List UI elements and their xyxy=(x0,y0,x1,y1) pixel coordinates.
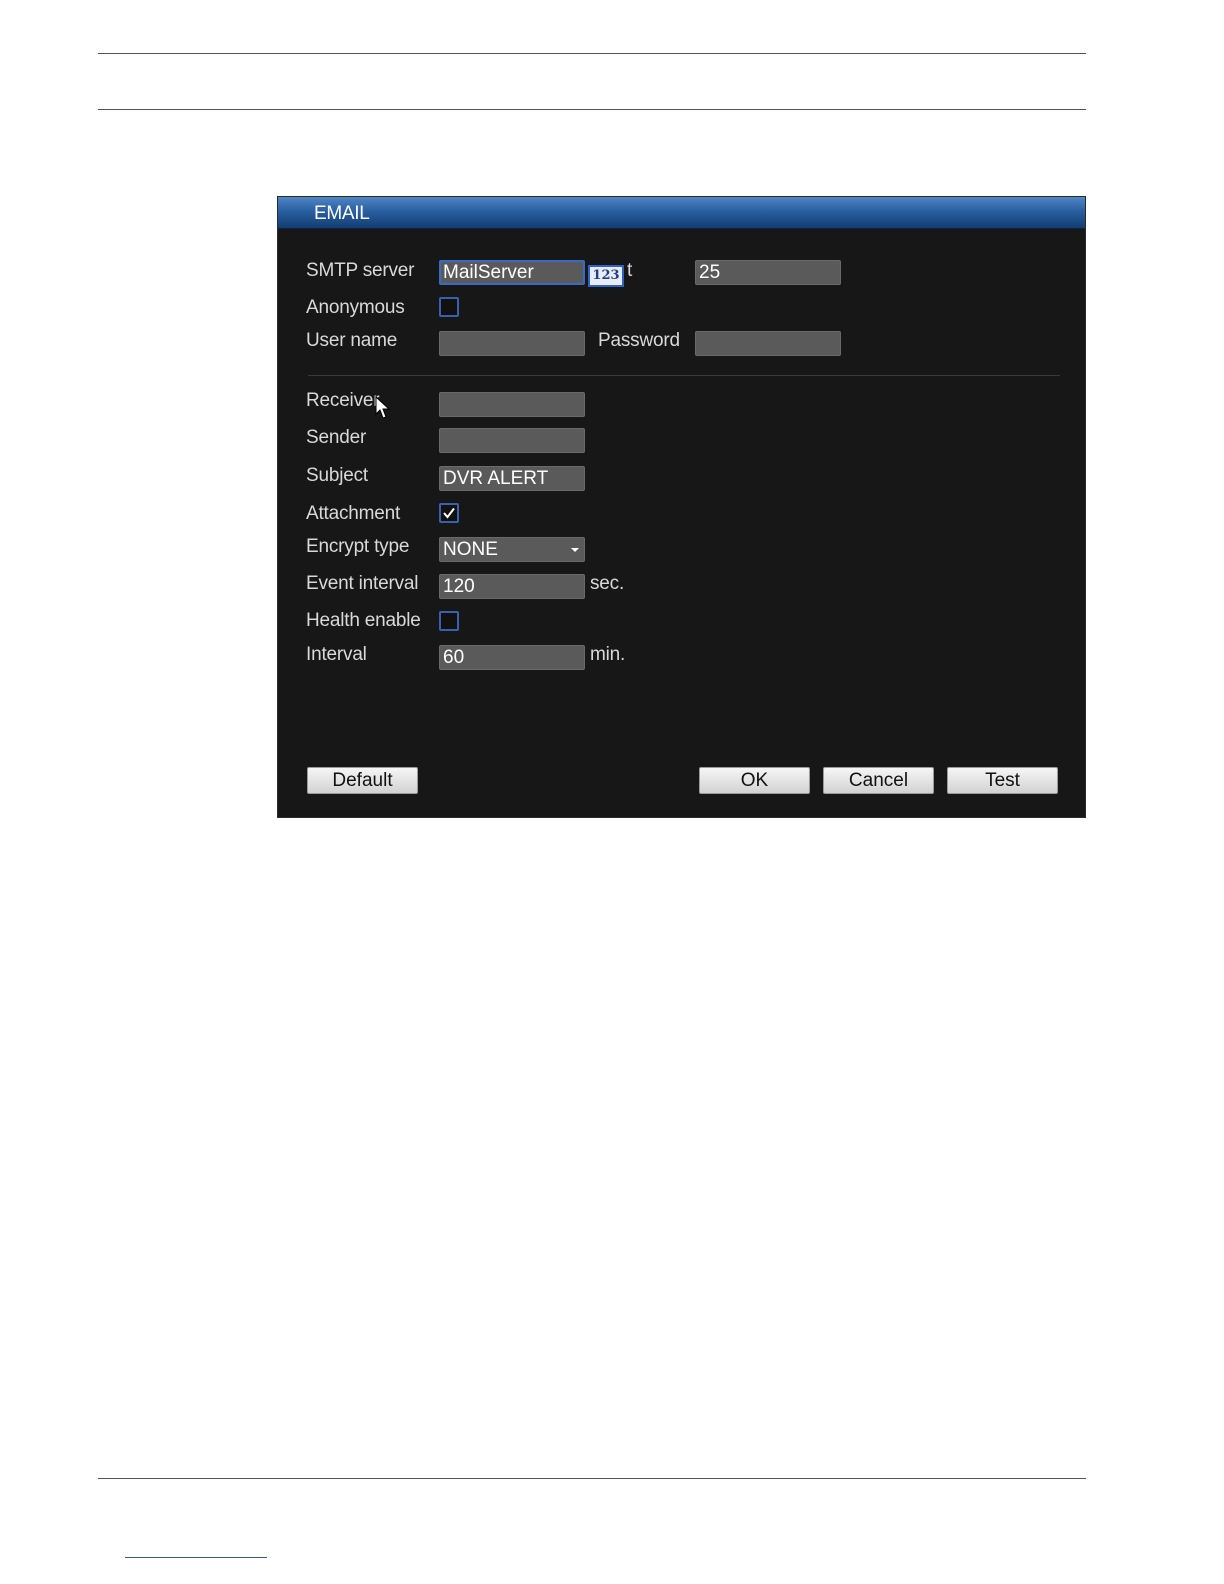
user-name-label: User name xyxy=(306,330,398,351)
email-dialog: EMAIL SMTP server MailServer 123 t 25 An… xyxy=(277,196,1086,818)
password-label: Password xyxy=(598,330,680,351)
smtp-server-input[interactable]: MailServer xyxy=(439,260,585,285)
user-name-input[interactable] xyxy=(439,331,585,356)
health-enable-label: Health enable xyxy=(306,610,421,631)
encrypt-type-label: Encrypt type xyxy=(306,536,410,557)
dialog-title: EMAIL xyxy=(314,203,370,224)
header-rule-bottom xyxy=(98,109,1086,110)
checkmark-icon xyxy=(443,507,455,519)
footer-link-underline xyxy=(125,1557,267,1558)
event-interval-label: Event interval xyxy=(306,573,419,594)
attachment-checkbox[interactable] xyxy=(439,503,459,523)
sender-input[interactable] xyxy=(439,428,585,453)
receiver-label: Receiver xyxy=(306,390,380,411)
interval-input[interactable]: 60 xyxy=(439,645,585,670)
default-button[interactable]: Default xyxy=(307,767,418,794)
interval-label: Interval xyxy=(306,644,367,665)
section-divider xyxy=(308,375,1060,376)
sender-label: Sender xyxy=(306,427,367,448)
chevron-down-icon xyxy=(571,548,579,552)
subject-input[interactable]: DVR ALERT xyxy=(439,466,585,491)
port-label: t xyxy=(627,260,633,281)
attachment-label: Attachment xyxy=(306,503,401,524)
footer-rule xyxy=(98,1478,1086,1479)
health-enable-checkbox[interactable] xyxy=(439,611,459,631)
header-rule-top xyxy=(98,53,1086,54)
receiver-input[interactable] xyxy=(439,392,585,417)
ime-123-icon[interactable]: 123 xyxy=(588,265,624,287)
cancel-button[interactable]: Cancel xyxy=(823,767,934,794)
anonymous-checkbox[interactable] xyxy=(439,297,459,317)
event-interval-input[interactable]: 120 xyxy=(439,574,585,599)
interval-unit: min. xyxy=(590,644,626,665)
ok-button[interactable]: OK xyxy=(699,767,810,794)
encrypt-type-select[interactable]: NONE xyxy=(439,537,585,562)
event-interval-unit: sec. xyxy=(590,573,625,594)
dialog-titlebar: EMAIL xyxy=(278,197,1085,229)
smtp-server-label: SMTP server xyxy=(306,260,415,281)
port-input[interactable]: 25 xyxy=(695,260,841,285)
anonymous-label: Anonymous xyxy=(306,297,405,318)
mouse-pointer-icon xyxy=(375,396,391,419)
test-button[interactable]: Test xyxy=(947,767,1058,794)
password-input[interactable] xyxy=(695,331,841,356)
subject-label: Subject xyxy=(306,465,368,486)
encrypt-type-value: NONE xyxy=(443,539,498,560)
